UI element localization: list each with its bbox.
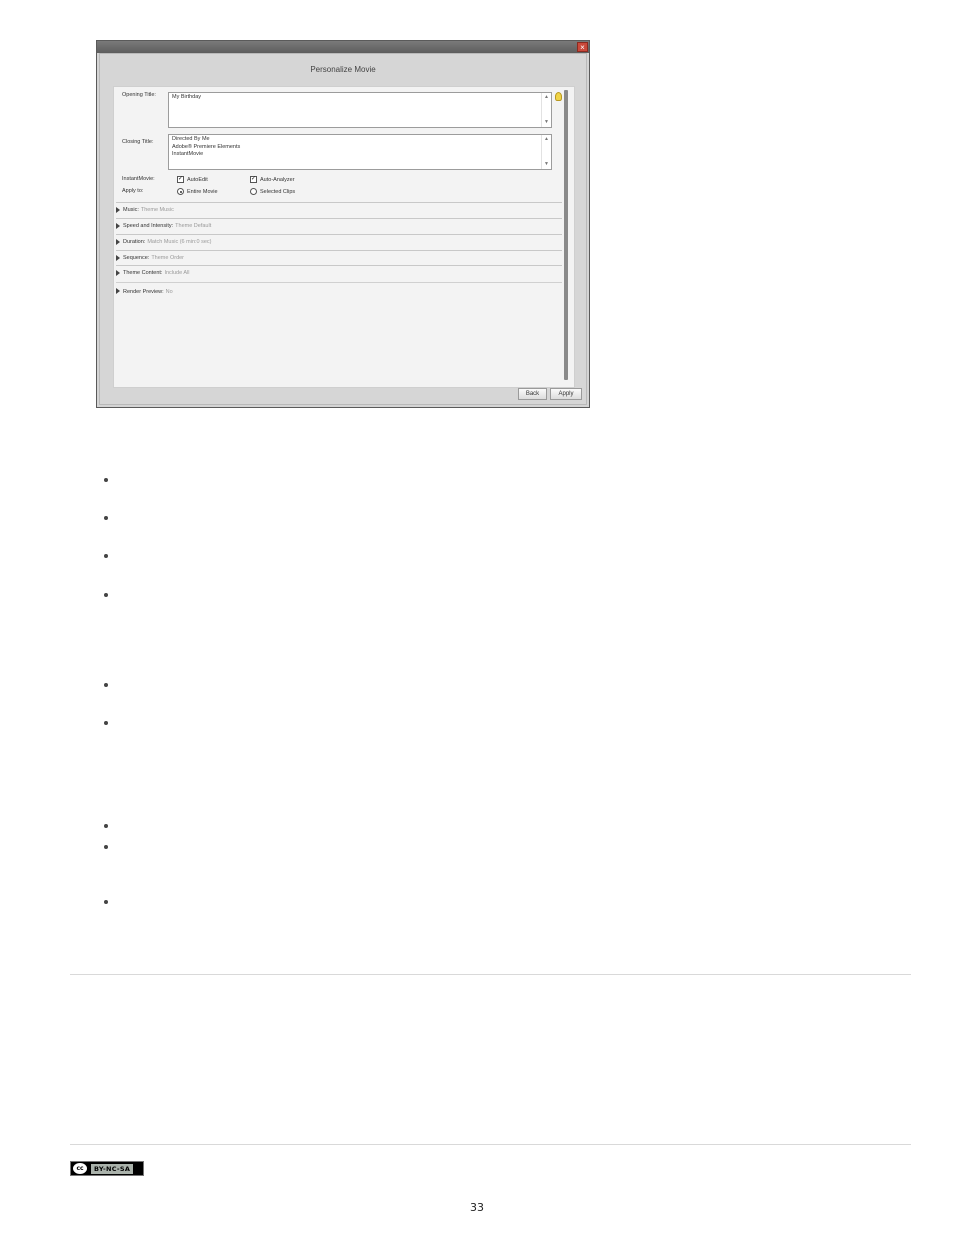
section-name: Theme Content: [123,270,163,276]
closing-title-line: InstantMovie [172,151,204,157]
triangle-right-icon [116,255,120,261]
triangle-right-icon [116,270,120,276]
section-name: Render Preview: [123,289,164,295]
apply-button[interactable]: Apply [550,388,582,400]
section-name: Duration: [123,239,146,245]
page-number: 33 [470,1201,484,1214]
panel-scrollbar[interactable] [564,90,568,380]
selected-clips-label: Selected Clips [260,189,296,195]
entire-movie-label: Entire Movie [187,189,218,195]
section-duration[interactable]: Duration: Match Music (6 min:0 sec) [116,234,562,250]
closing-title-line: Directed By Me [172,136,210,142]
scroll-down-icon[interactable]: ▼ [542,161,551,169]
scroll-up-icon[interactable]: ▲ [542,94,551,102]
section-value: Theme Order [151,255,185,261]
triangle-right-icon [116,207,120,213]
bullet-marker [104,478,108,482]
triangle-right-icon [116,223,120,229]
closing-title-field[interactable]: Directed By Me Adobe® Premiere Elements … [168,134,552,170]
autoedit-checkbox[interactable]: ✓ [177,176,184,183]
creative-commons-icon: cc [73,1163,87,1174]
window-titlebar [97,41,589,53]
section-name: Sequence: [123,255,150,261]
bullet-marker [104,845,108,849]
section-render-preview[interactable]: Render Preview: No [116,282,562,298]
entire-movie-radio[interactable] [177,188,184,195]
section-music[interactable]: Music: Theme Music [116,202,562,218]
lightbulb-icon[interactable] [555,92,562,101]
bullet-marker [104,554,108,558]
section-value: No [165,289,173,295]
instant-movie-label: InstantMovie: [122,176,155,182]
bullet-marker [104,516,108,520]
closing-title-scrollbar[interactable]: ▲ ▼ [541,135,551,169]
auto-analyzer-label: Auto-Analyzer [260,177,295,183]
opening-title-value: My Birthday [172,94,202,100]
triangle-right-icon [116,288,120,294]
bullet-marker [104,824,108,828]
license-text: BY-NC-SA [91,1163,134,1174]
section-divider [70,974,911,975]
dialog-title: Personalize Movie [310,65,376,74]
section-value: Include All [164,270,190,276]
bullet-marker [104,683,108,687]
bullet-marker [104,593,108,597]
opening-title-field[interactable]: My Birthday ▲ ▼ [168,92,552,128]
section-name: Speed and Intensity: [123,223,174,229]
selected-clips-radio[interactable] [250,188,257,195]
close-icon[interactable]: × [577,42,588,52]
triangle-right-icon [116,239,120,245]
closing-title-line: Adobe® Premiere Elements [172,143,241,150]
scroll-up-icon[interactable]: ▲ [542,136,551,144]
apply-to-label: Apply to: [122,188,144,194]
section-sequence[interactable]: Sequence: Theme Order [116,250,562,266]
section-theme-content[interactable]: Theme Content: Include All [116,265,562,281]
bullet-marker [104,721,108,725]
auto-analyzer-checkbox[interactable]: ✓ [250,176,257,183]
back-button[interactable]: Back [518,388,547,400]
section-name: Music: [123,207,139,213]
scroll-down-icon[interactable]: ▼ [542,119,551,127]
cc-license-badge[interactable]: cc BY-NC-SA [70,1161,144,1176]
section-value: Theme Default [175,223,212,229]
autoedit-label: AutoEdit [187,177,208,183]
opening-title-label: Opening Title: [122,92,156,98]
section-value: Theme Music [140,207,174,213]
footer-divider [70,1144,911,1145]
section-value: Match Music (6 min:0 sec) [147,239,212,245]
section-speed-intensity[interactable]: Speed and Intensity: Theme Default [116,218,562,234]
bullet-marker [104,900,108,904]
closing-title-label: Closing Title: [122,139,154,145]
opening-title-scrollbar[interactable]: ▲ ▼ [541,93,551,127]
